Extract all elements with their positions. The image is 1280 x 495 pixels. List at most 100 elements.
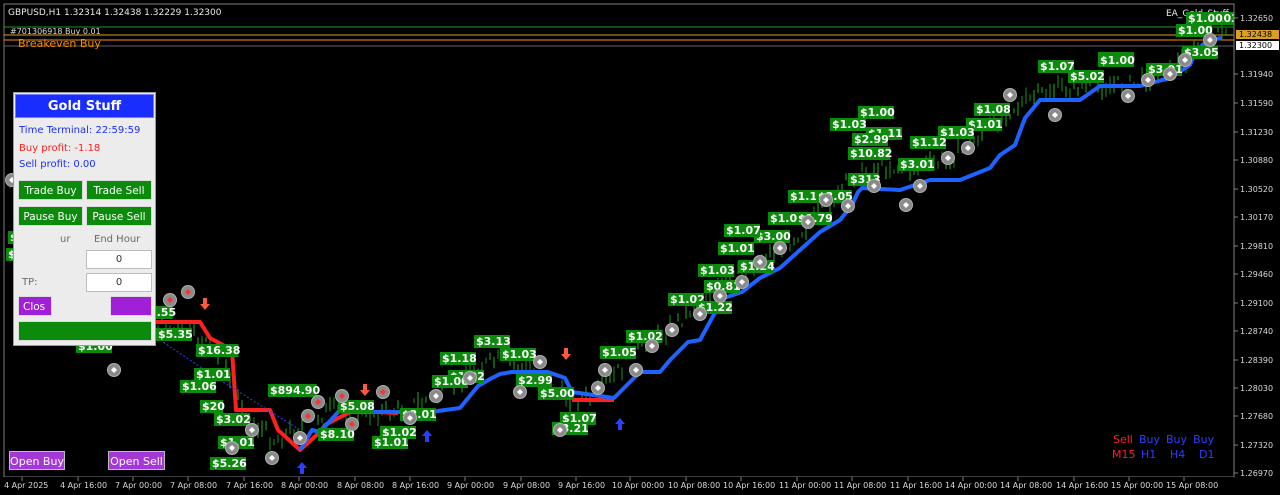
profit-tag-label: $1.07 xyxy=(726,224,761,237)
profit-tag: $1.1 xyxy=(788,190,818,203)
signal-cell: H4 xyxy=(1170,448,1185,461)
profit-tag: $3.13 xyxy=(474,335,511,348)
profit-tag: $1.06 xyxy=(180,380,217,393)
chart-frame xyxy=(3,3,1235,478)
time-label: 4 Apr 16:00 xyxy=(60,481,107,490)
open-buy-button[interactable]: Open Buy xyxy=(9,451,65,470)
order-line-label: #701306918 Buy 0.01 xyxy=(10,27,101,36)
profit-tag-label: $1.12 xyxy=(912,136,947,149)
action-button[interactable] xyxy=(18,321,152,341)
profit-tag-label: $1.01 xyxy=(720,242,755,255)
time-label: 11 Apr 08:00 xyxy=(834,481,886,490)
profit-tag-label: $1.00 xyxy=(1188,12,1223,25)
time-label: 8 Apr 08:00 xyxy=(337,481,384,490)
time-label: 14 Apr 08:00 xyxy=(1000,481,1052,490)
profit-tag: $1.05 xyxy=(600,346,637,359)
time-label: 8 Apr 16:00 xyxy=(392,481,439,490)
profit-tag-label: $1.00 xyxy=(860,106,895,119)
profit-tag-label: $1.03 xyxy=(832,118,867,131)
buy-trail-line xyxy=(298,36,1223,452)
profit-tag-label: $5.02 xyxy=(1070,70,1105,83)
price-label: 1.29100 xyxy=(1240,299,1273,308)
profit-tag-label: $1.18 xyxy=(442,352,477,365)
profit-tag: $1.00 xyxy=(1098,54,1135,67)
price-chart[interactable]: GBPUSD,H1 1.32314 1.32438 1.32229 1.3230… xyxy=(0,0,1280,495)
trade-buy-button[interactable]: Trade Buy xyxy=(18,180,83,200)
price-label: 1.29810 xyxy=(1240,242,1273,251)
profit-tag: $1.0 xyxy=(768,212,798,225)
sell-arrow-icon xyxy=(561,348,571,360)
time-label: 10 Apr 08:00 xyxy=(668,481,720,490)
signal-cell: Sell xyxy=(1113,433,1133,446)
time-label: 7 Apr 00:00 xyxy=(115,481,162,490)
time-terminal: Time Terminal: 22:59:59 xyxy=(19,125,141,136)
profit-tag-label: $1.03 xyxy=(700,264,735,277)
time-label: 4 Apr 2025 xyxy=(4,481,48,490)
profit-tag-label: $16.38 xyxy=(198,344,240,357)
pause-sell-button[interactable]: Pause Sell xyxy=(86,206,152,226)
time-axis[interactable]: 4 Apr 2025 4 Apr 16:00 7 Apr 00:00 7 Apr 08… xyxy=(0,477,1234,495)
profit-tag-label: $1.06 xyxy=(182,380,217,393)
trade-markers xyxy=(5,33,1217,474)
open-sell-button[interactable]: Open Sell xyxy=(108,451,165,470)
profit-tag: $3.02 xyxy=(214,413,251,426)
trade-sell-button[interactable]: Trade Sell xyxy=(86,180,152,200)
time-label: 10 Apr 00:00 xyxy=(612,481,664,490)
profit-tag-label: $1.02 xyxy=(628,330,663,343)
price-label: 1.30520 xyxy=(1240,185,1273,194)
profit-tag-label: $1.1 xyxy=(790,190,817,203)
profit-tag: $1.03 xyxy=(698,264,735,277)
price-label: 1.31940 xyxy=(1240,70,1273,79)
time-label: 14 Apr 00:00 xyxy=(945,481,997,490)
price-label: 1.31590 xyxy=(1240,99,1273,108)
price-label: 1.27320 xyxy=(1240,441,1273,450)
profit-tag-label: $3.13 xyxy=(476,335,511,348)
signal-cell: M15 xyxy=(1112,448,1136,461)
profit-tag: $1.18 xyxy=(440,352,477,365)
profit-tag-label: $1.00 xyxy=(1100,54,1135,67)
profit-tag-label: $1.01 xyxy=(374,436,409,449)
profit-tag: $1.03 xyxy=(500,348,537,361)
price-label: 1.27680 xyxy=(1240,412,1273,421)
signal-cell: Buy xyxy=(1193,433,1215,446)
profit-tag-label: $3.00 xyxy=(756,230,791,243)
start-hour-label: ur xyxy=(60,234,71,245)
close-button[interactable]: Clos xyxy=(18,296,52,316)
end-hour-label: End Hour xyxy=(94,234,141,245)
chart-header: GBPUSD,H1 1.32314 1.32438 1.32229 1.3230… xyxy=(8,8,222,18)
profit-tag: $1.02 xyxy=(626,330,663,343)
time-label: 9 Apr 16:00 xyxy=(558,481,605,490)
signal-row-1: Sell Buy Buy Buy xyxy=(1113,433,1215,446)
buy-arrow-icon xyxy=(297,462,307,474)
pause-buy-button[interactable]: Pause Buy xyxy=(18,206,83,226)
profit-tag-label: $3.02 xyxy=(216,413,251,426)
profit-tag-label: $20 xyxy=(202,400,225,413)
profit-tag-label: $3.01 xyxy=(900,158,935,171)
tp-label: TP: xyxy=(22,277,38,288)
order-price-label: 1.32438 xyxy=(1239,30,1272,39)
price-axis[interactable]: 1.32650 1.31940 1.31590 1.31230 1.30880 1.305… xyxy=(1233,4,1280,478)
profit-tag-label: $10.82 xyxy=(850,147,892,160)
profit-tag: $894.90 xyxy=(268,384,320,397)
profit-tag-label: $5.26 xyxy=(212,457,247,470)
signal-table: Sell Buy Buy Buy M15 H1 H4 D1 xyxy=(1112,433,1215,461)
profit-tag: $5.26 xyxy=(210,457,247,470)
close-sell-button[interactable] xyxy=(110,296,152,316)
profit-tag-label: $1.05 xyxy=(602,346,637,359)
sell-arrow-icon xyxy=(360,384,370,396)
tp-input[interactable]: 0 xyxy=(86,273,152,292)
profit-tag: $5.02 xyxy=(1068,70,1105,83)
profit-tag-label: $1.08 xyxy=(976,103,1011,116)
time-label: 7 Apr 08:00 xyxy=(170,481,217,490)
signal-row-2: M15 H1 H4 D1 xyxy=(1112,448,1214,461)
time-label: 11 Apr 00:00 xyxy=(779,481,831,490)
profit-tag-label: $894.90 xyxy=(270,384,320,397)
signal-cell: D1 xyxy=(1199,448,1214,461)
time-label: 7 Apr 16:00 xyxy=(226,481,273,490)
price-label: 1.32650 xyxy=(1240,14,1273,23)
end-hour-input[interactable]: 0 xyxy=(86,250,152,269)
price-label: 1.29460 xyxy=(1240,270,1273,279)
profit-tag: $2.99 xyxy=(516,374,553,387)
profit-tag: $1.07 xyxy=(724,224,761,237)
time-label: 10 Apr 16:00 xyxy=(723,481,775,490)
